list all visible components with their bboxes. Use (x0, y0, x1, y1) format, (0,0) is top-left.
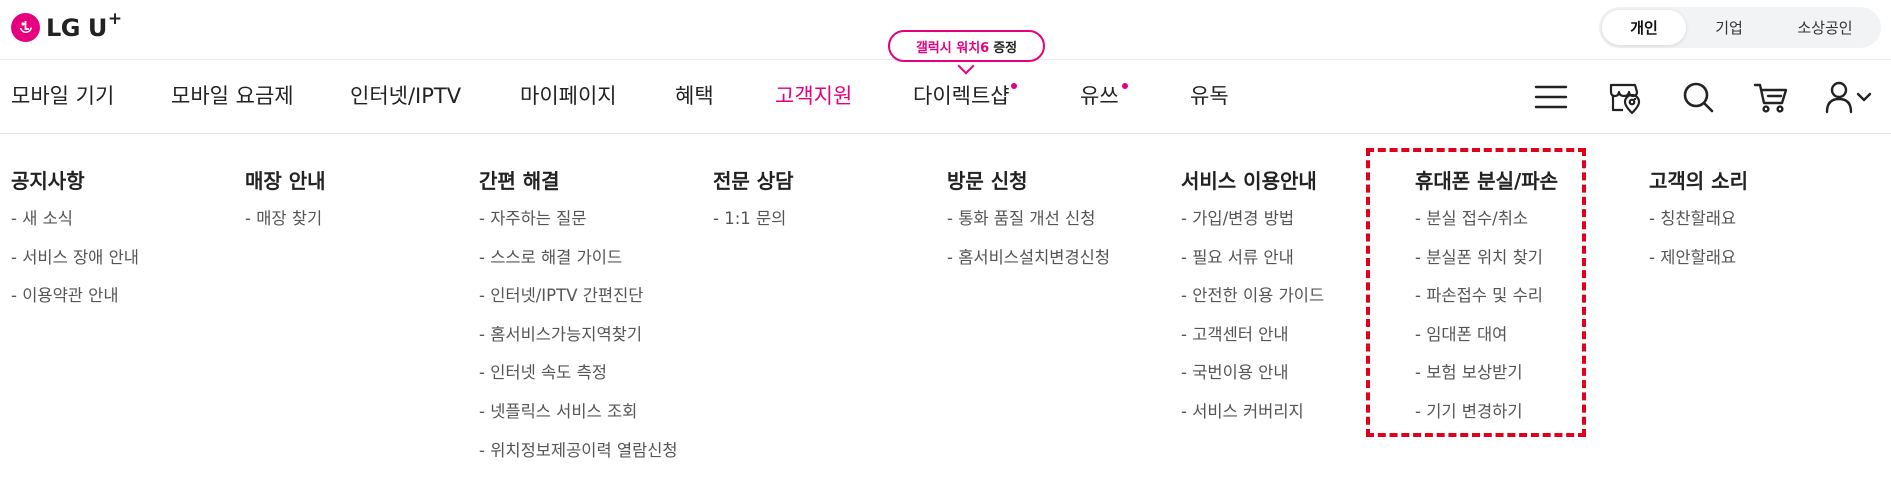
cart-icon[interactable] (1753, 79, 1789, 115)
menu-link[interactable]: 국번이용 안내 (1181, 362, 1324, 401)
promo-text-dark: 증정 (993, 40, 1018, 56)
menu-column-voice-of-customer: 고객의 소리 칭찬할래요 제안할래요 (1649, 167, 1748, 285)
segment-personal[interactable]: 개인 (1602, 10, 1686, 45)
gnb-youth[interactable]: 유쓰 (1080, 82, 1119, 110)
menu-link[interactable]: 홈서비스가능지역찾기 (479, 324, 678, 363)
menu-column-notice: 공지사항 새 소식 서비스 장애 안내 이용약관 안내 (11, 167, 139, 324)
logo-text: LG U+ (46, 9, 122, 42)
column-title[interactable]: 고객의 소리 (1649, 167, 1748, 195)
chevron-down-icon (1856, 92, 1872, 102)
lg-uplus-logo[interactable]: LG U+ (11, 9, 122, 44)
menu-link[interactable]: 안전한 이용 가이드 (1181, 285, 1324, 324)
menu-link[interactable]: 홈서비스설치변경신청 (947, 247, 1110, 286)
menu-link[interactable]: 스스로 해결 가이드 (479, 247, 678, 286)
menu-link[interactable]: 넷플릭스 서비스 조회 (479, 401, 678, 440)
column-title[interactable]: 간편 해결 (479, 167, 678, 195)
gnb-customer-support[interactable]: 고객지원 (775, 82, 852, 110)
menu-link[interactable]: 위치정보제공이력 열람신청 (479, 440, 677, 477)
gnb-direct-shop[interactable]: 다이렉트샵 (913, 82, 1010, 110)
column-title[interactable]: 전문 상담 (713, 167, 794, 195)
menu-link[interactable]: 1:1 문의 (713, 208, 794, 247)
gnb-benefits[interactable]: 혜택 (675, 82, 714, 110)
menu-link[interactable]: 가입/변경 방법 (1181, 208, 1324, 247)
menu-column-service-guide: 서비스 이용안내 가입/변경 방법 필요 서류 안내 안전한 이용 가이드 고객… (1181, 167, 1324, 440)
menu-link[interactable]: 새 소식 (11, 208, 139, 247)
promo-bubble[interactable]: 갤럭시 워치6 증정 (888, 30, 1045, 62)
menu-link[interactable]: 필요 서류 안내 (1181, 247, 1324, 286)
gnb-internet-iptv[interactable]: 인터넷/IPTV (350, 82, 461, 110)
user-menu[interactable] (1825, 79, 1873, 115)
menu-column-consulting: 전문 상담 1:1 문의 (713, 167, 794, 247)
highlight-annotation-box (1366, 148, 1586, 437)
menu-link[interactable]: 이용약관 안내 (11, 285, 139, 324)
menu-link[interactable]: 서비스 장애 안내 (11, 247, 139, 286)
menu-column-store: 매장 안내 매장 찾기 (245, 167, 326, 247)
menu-link[interactable]: 인터넷 속도 측정 (479, 362, 678, 401)
user-icon (1825, 81, 1853, 114)
menu-link[interactable]: 칭찬할래요 (1649, 208, 1748, 247)
menu-link[interactable]: 자주하는 질문 (479, 208, 678, 247)
new-dot-youth (1122, 83, 1128, 89)
segment-business[interactable]: 기업 (1686, 10, 1772, 45)
column-title[interactable]: 매장 안내 (245, 167, 326, 195)
column-title[interactable]: 방문 신청 (947, 167, 1110, 195)
lg-logo-icon (11, 12, 40, 42)
nav-divider (0, 133, 1891, 134)
menu-link[interactable]: 제안할래요 (1649, 247, 1748, 286)
menu-link[interactable]: 통화 품질 개선 신청 (947, 208, 1110, 247)
gnb-mobile-plans[interactable]: 모바일 요금제 (171, 82, 294, 110)
column-title[interactable]: 서비스 이용안내 (1181, 167, 1324, 195)
menu-column-quick-fix: 간편 해결 자주하는 질문 스스로 해결 가이드 인터넷/IPTV 간편진단 홈… (479, 167, 678, 477)
menu-link[interactable]: 매장 찾기 (245, 208, 326, 247)
store-map-icon[interactable] (1606, 79, 1642, 115)
gnb-mobile-devices[interactable]: 모바일 기기 (11, 82, 114, 110)
search-icon[interactable] (1680, 79, 1716, 115)
menu-link[interactable]: 인터넷/IPTV 간편진단 (479, 285, 678, 324)
customer-type-switch: 개인 기업 소상공인 (1599, 7, 1881, 48)
menu-icon[interactable] (1533, 79, 1569, 115)
promo-text-pink: 갤럭시 워치6 (915, 40, 990, 56)
gnb-subscription[interactable]: 유독 (1190, 82, 1229, 110)
menu-link[interactable]: 고객센터 안내 (1181, 324, 1324, 363)
menu-link[interactable]: 서비스 커버리지 (1181, 401, 1324, 440)
menu-column-visit: 방문 신청 통화 품질 개선 신청 홈서비스설치변경신청 (947, 167, 1110, 285)
gnb-mypage[interactable]: 마이페이지 (520, 82, 617, 110)
new-dot-direct-shop (1011, 83, 1017, 89)
column-title[interactable]: 공지사항 (11, 167, 139, 195)
segment-small-business[interactable]: 소상공인 (1772, 10, 1878, 45)
